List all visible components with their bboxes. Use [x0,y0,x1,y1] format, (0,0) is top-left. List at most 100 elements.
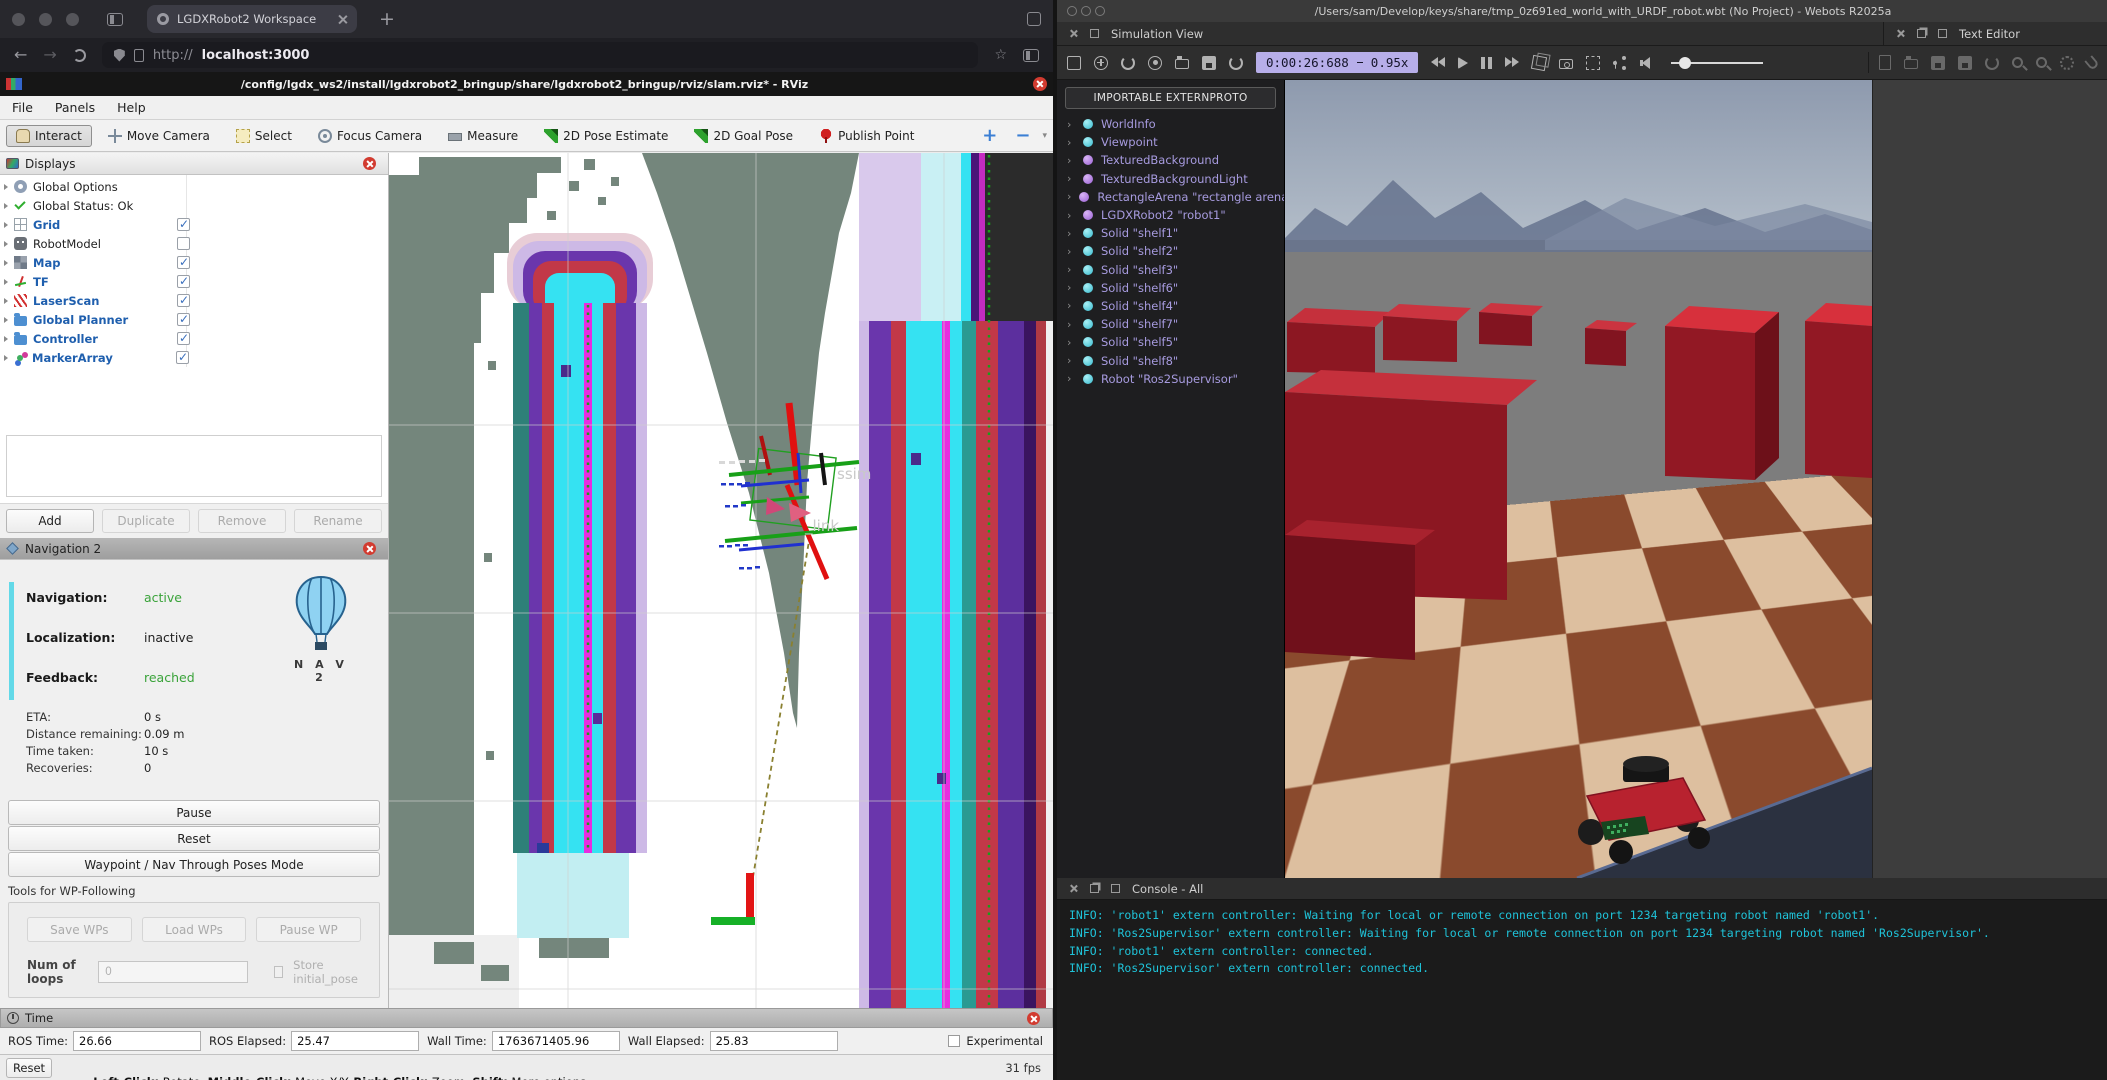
tree-caret-icon[interactable]: › [1067,172,1075,185]
display-item[interactable]: Global Planner [0,310,388,329]
measure-tool-button[interactable]: Measure [438,125,528,147]
display-item[interactable]: Global Options [0,177,388,196]
tree-caret-icon[interactable]: › [1067,190,1071,203]
menu-panels[interactable]: Panels [55,100,95,115]
publish-point-tool-button[interactable]: Publish Point [809,125,924,147]
tree-caret-icon[interactable]: › [1067,354,1075,367]
rewind-icon[interactable] [1431,56,1445,70]
bookmark-star-icon[interactable]: ☆ [994,47,1007,63]
tree-caret-icon[interactable]: › [1067,136,1075,149]
tree-caret-icon[interactable]: › [1067,263,1075,276]
display-item[interactable]: RobotModel [0,234,388,253]
fast-forward-icon[interactable] [1505,56,1519,70]
pose-estimate-tool-button[interactable]: 2D Pose Estimate [534,125,678,147]
find-replace-icon[interactable] [2036,57,2047,68]
add-tool-icon[interactable]: + [976,125,1003,146]
rename-display-button[interactable]: Rename [294,509,382,533]
tree-caret-icon[interactable]: › [1067,299,1075,312]
loops-input[interactable] [98,961,248,983]
console-undock-icon[interactable] [1090,884,1099,893]
webots-close-icon[interactable] [1067,6,1077,16]
display-item[interactable]: TF [0,272,388,291]
new-tab-button[interactable]: + [379,8,395,30]
focus-camera-tool-button[interactable]: Focus Camera [308,125,432,147]
tree-caret-icon[interactable]: › [1067,336,1075,349]
window-close-icon[interactable] [12,13,25,26]
tree-caret-icon[interactable]: › [1067,118,1075,131]
display-enabled-checkbox[interactable] [176,351,189,364]
console-maximize-icon[interactable] [1111,884,1120,893]
sim-close-icon[interactable] [1069,29,1078,38]
scene-tree-item[interactable]: › RectangleArena "rectangle arena" [1057,188,1284,206]
expand-caret-icon[interactable] [4,279,8,285]
movie-record-icon[interactable] [1586,56,1600,70]
scene-tree-item[interactable]: › Solid "shelf1" [1057,224,1284,242]
expand-caret-icon[interactable] [4,336,8,342]
volume-slider[interactable] [1671,62,1763,64]
address-field[interactable]: http:// localhost:3000 [102,42,979,68]
save-as-icon[interactable] [1958,56,1972,70]
display-enabled-checkbox[interactable] [177,256,190,269]
expand-caret-icon[interactable] [4,317,8,323]
expand-caret-icon[interactable] [4,298,8,304]
scene-tree-item[interactable]: › Solid "shelf5" [1057,333,1284,351]
webots-3d-view[interactable] [1285,80,1872,878]
store-initial-pose-checkbox[interactable] [274,966,283,978]
move-camera-tool-button[interactable]: Move Camera [98,125,220,147]
tree-caret-icon[interactable]: › [1067,154,1075,167]
scene-tree-item[interactable]: › Solid "shelf8" [1057,351,1284,369]
wp-button[interactable]: Load WPs [142,917,247,942]
tree-caret-icon[interactable]: › [1067,209,1075,222]
shield-icon[interactable] [114,49,125,62]
console-close-icon[interactable] [1069,884,1078,893]
display-item[interactable]: Global Status: Ok [0,196,388,215]
back-icon[interactable]: ← [14,47,27,63]
display-enabled-checkbox[interactable] [177,313,190,326]
interact-tool-button[interactable]: Interact [6,125,92,147]
sim-undock-icon[interactable] [1090,29,1099,38]
wp-button[interactable]: Pause WP [256,917,361,942]
remove-tool-icon[interactable]: − [1009,125,1036,146]
display-enabled-checkbox[interactable] [177,218,190,231]
save-file-icon[interactable] [1931,56,1945,70]
scene-tree-item[interactable]: › LGDXRobot2 "robot1" [1057,206,1284,224]
reset-simulation-icon[interactable] [1121,56,1135,70]
tab-close-icon[interactable] [336,14,347,25]
expand-caret-icon[interactable] [4,241,8,247]
scene-tree-item[interactable]: › Viewpoint [1057,133,1284,151]
pause-icon[interactable] [1481,57,1492,69]
expand-caret-icon[interactable] [4,203,8,209]
display-item[interactable]: MarkerArray [0,348,388,367]
webots-zoom-icon[interactable] [1095,6,1105,16]
scene-tree-item[interactable]: › Robot "Ros2Supervisor" [1057,370,1284,388]
waypoint-mode-button[interactable]: Waypoint / Nav Through Poses Mode [8,852,380,877]
expand-caret-icon[interactable] [4,184,8,190]
menu-file[interactable]: File [12,100,33,115]
rviz-viewport[interactable]: ssim _link [389,153,1053,1008]
scene-tree-item[interactable]: › Solid "shelf7" [1057,315,1284,333]
open-world-icon[interactable] [1175,59,1189,69]
ted-close-icon[interactable] [1896,29,1905,38]
tree-caret-icon[interactable]: › [1067,372,1075,385]
scene-tree-item[interactable]: › TexturedBackground [1057,151,1284,169]
time-panel-close-icon[interactable] [1027,1012,1040,1025]
display-enabled-checkbox[interactable] [177,332,190,345]
scene-tree-item[interactable]: › Solid "shelf2" [1057,242,1284,260]
tree-caret-icon[interactable]: › [1067,281,1075,294]
display-item[interactable]: Grid [0,215,388,234]
play-icon[interactable] [1458,57,1468,69]
scene-tree-item[interactable]: › Solid "shelf4" [1057,297,1284,315]
quit-simulation-icon[interactable] [1067,56,1081,70]
screenshot-icon[interactable] [1559,59,1573,69]
share-icon[interactable] [1613,56,1627,70]
reset-button[interactable]: Reset [8,826,380,851]
remove-display-button[interactable]: Remove [198,509,286,533]
time-field-input[interactable] [710,1031,838,1051]
sidebar-toggle-icon[interactable] [107,13,123,26]
camera-reset-button[interactable]: Reset [6,1058,52,1078]
duplicate-display-button[interactable]: Duplicate [102,509,190,533]
expand-caret-icon[interactable] [4,260,8,266]
display-enabled-checkbox[interactable] [177,294,190,307]
scene-tree-item[interactable]: › TexturedBackgroundLight [1057,170,1284,188]
reload-icon[interactable] [73,49,86,62]
